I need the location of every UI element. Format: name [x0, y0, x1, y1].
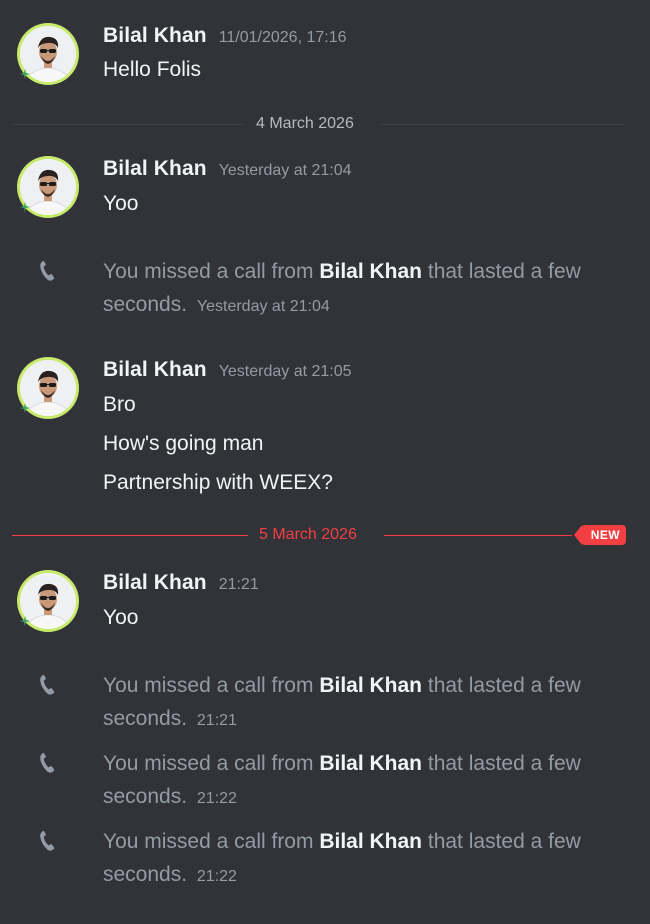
avatar[interactable] [17, 570, 79, 632]
caller-name[interactable]: Bilal Khan [319, 830, 422, 853]
author-name[interactable]: Bilal Khan [103, 358, 207, 382]
avatar[interactable] [17, 156, 79, 218]
date-divider-label: 4 March 2026 [256, 115, 354, 132]
message-text: Partnership with WEEX? [103, 471, 333, 494]
chat-message-list: Bilal Khan 11/01/2026, 17:16 Hello Folis… [0, 0, 650, 924]
message-text: Bro [103, 393, 136, 416]
phone-icon [40, 830, 55, 851]
message-text: Yoo [103, 192, 139, 215]
call-timestamp[interactable]: Yesterday at 21:04 [197, 298, 330, 315]
message-text: Hello Folis [103, 58, 202, 81]
sparkle-icon [20, 616, 30, 626]
message-text: How's going man [103, 432, 264, 455]
sparkle-icon [20, 202, 30, 212]
caller-name[interactable]: Bilal Khan [319, 752, 422, 775]
date-divider: 4 March 2026 [12, 115, 624, 135]
avatar[interactable] [17, 357, 79, 419]
date-divider-label: 5 March 2026 [259, 526, 357, 543]
sparkle-icon [20, 69, 30, 79]
message-timestamp[interactable]: 21:21 [219, 576, 259, 594]
message-timestamp[interactable]: Yesterday at 21:04 [219, 162, 352, 180]
phone-icon [40, 674, 55, 695]
call-prefix: You missed a call from [103, 260, 314, 283]
caller-name[interactable]: Bilal Khan [319, 260, 422, 283]
phone-icon [40, 260, 55, 281]
avatar[interactable] [17, 23, 79, 85]
author-name[interactable]: Bilal Khan [103, 157, 207, 181]
call-timestamp[interactable]: 21:22 [197, 790, 237, 807]
call-timestamp[interactable]: 21:21 [197, 712, 237, 729]
message-text: Yoo [103, 606, 139, 629]
call-timestamp[interactable]: 21:22 [197, 868, 237, 885]
new-messages-divider: 5 March 2026 NEW [12, 525, 626, 546]
caller-name[interactable]: Bilal Khan [319, 674, 422, 697]
author-name[interactable]: Bilal Khan [103, 24, 207, 48]
call-prefix: You missed a call from [103, 830, 314, 853]
author-name[interactable]: Bilal Khan [103, 571, 207, 595]
message-timestamp[interactable]: Yesterday at 21:05 [219, 363, 352, 381]
phone-icon [40, 752, 55, 773]
message-timestamp[interactable]: 11/01/2026, 17:16 [219, 29, 347, 47]
sparkle-icon [20, 403, 30, 413]
call-prefix: You missed a call from [103, 752, 314, 775]
call-prefix: You missed a call from [103, 674, 314, 697]
new-badge: NEW [573, 525, 626, 545]
